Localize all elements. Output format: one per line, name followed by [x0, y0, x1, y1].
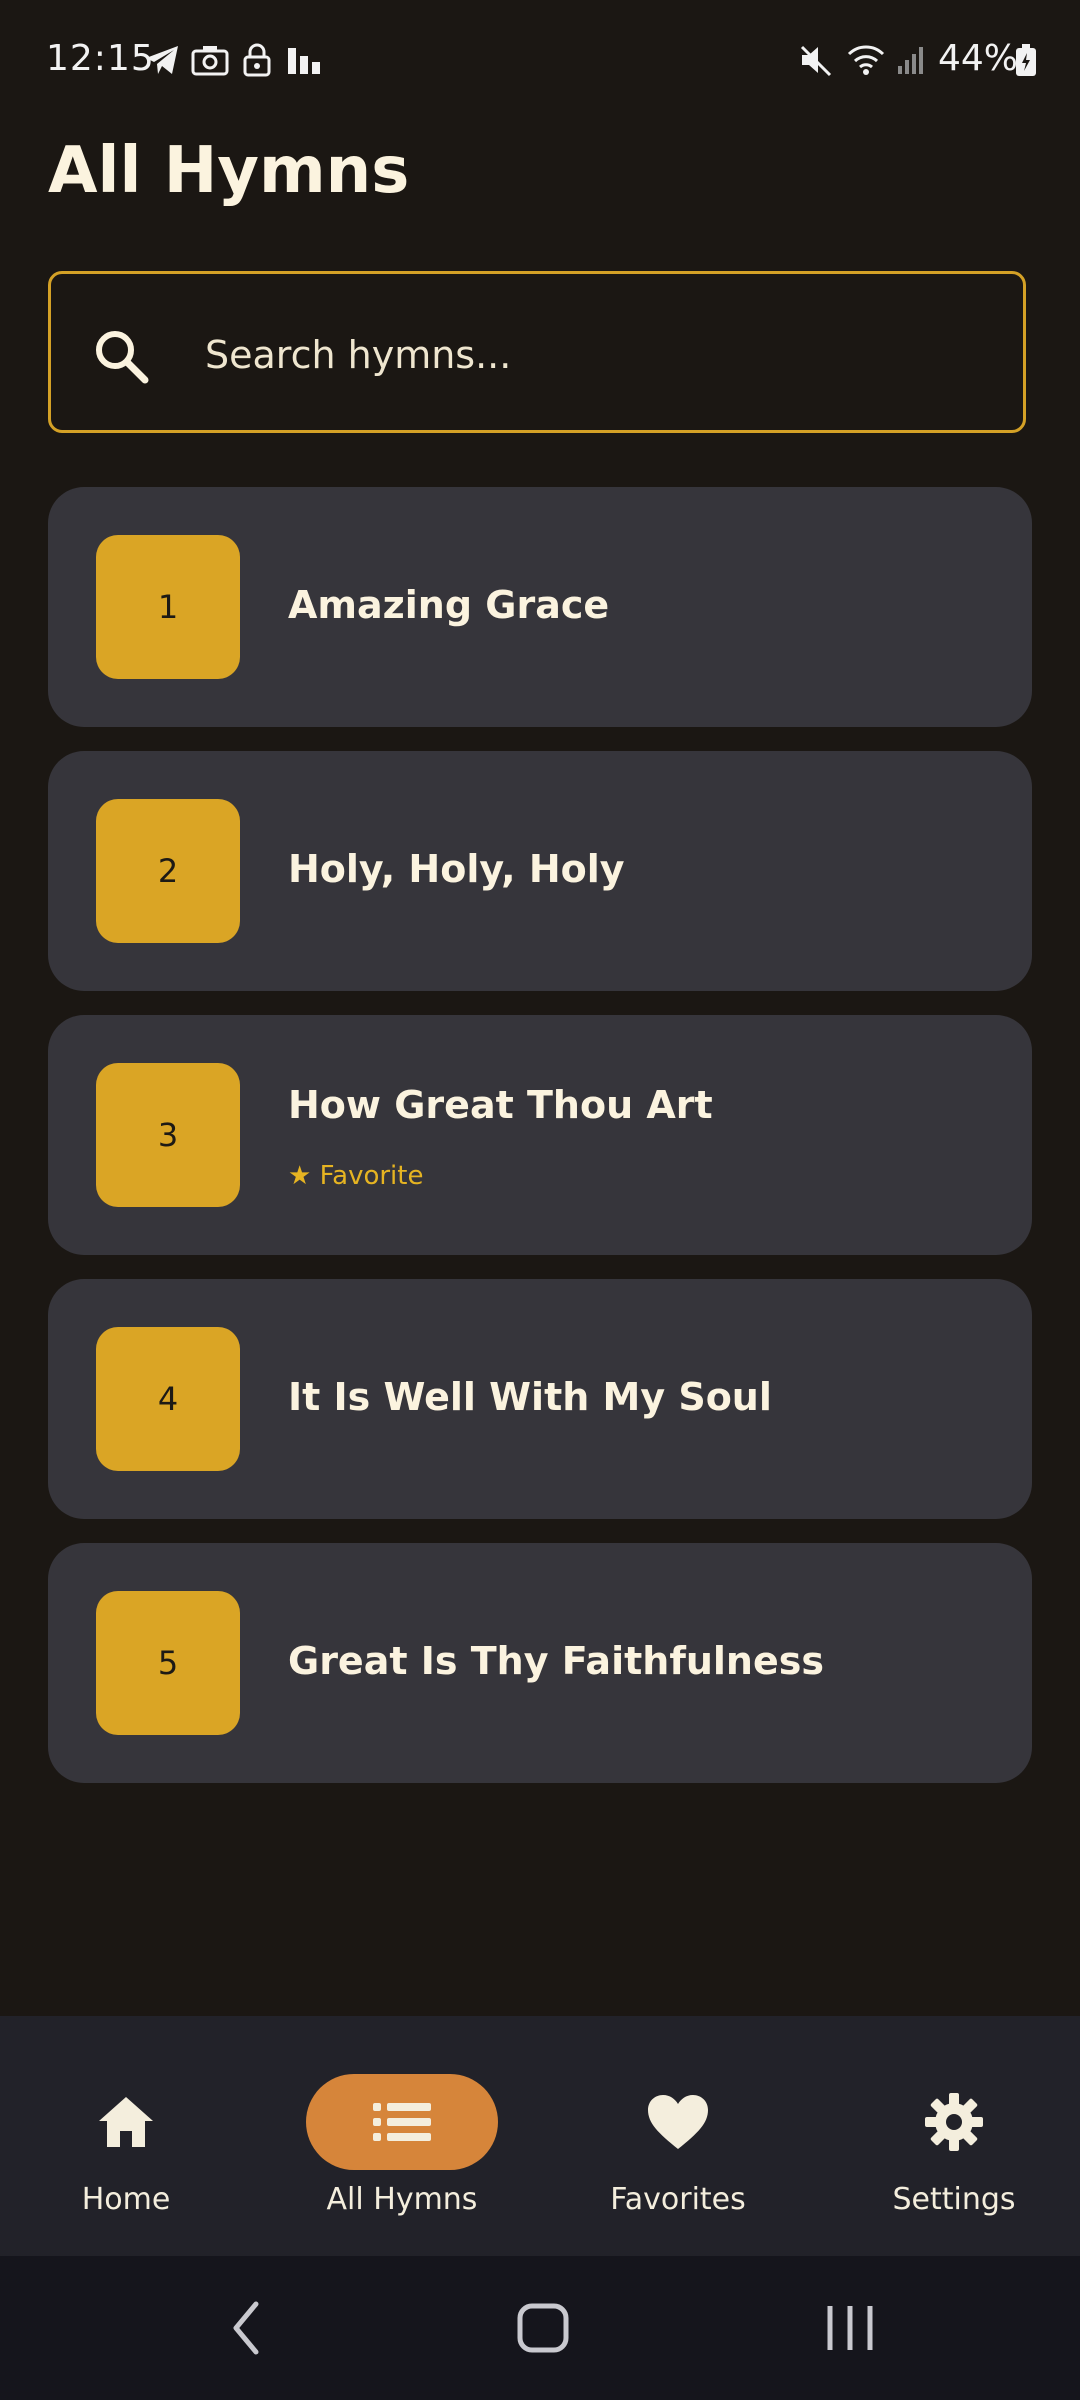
hymn-card-1[interactable]: 1 Amazing Grace [48, 487, 1032, 727]
nav-home[interactable]: Home [6, 2054, 246, 2217]
page-title: All Hymns [48, 134, 410, 208]
nav-label: All Hymns [326, 2182, 478, 2217]
system-nav-bar [0, 2256, 1080, 2400]
search-icon [91, 326, 151, 386]
recents-icon[interactable] [822, 2300, 878, 2356]
hymn-number-badge: 4 [96, 1327, 240, 1471]
hymn-title: It Is Well With My Soul [288, 1375, 772, 1419]
nav-all-hymns[interactable]: All Hymns [282, 2054, 522, 2217]
favorite-badge: ★ Favorite [288, 1161, 424, 1191]
nav-label: Favorites [610, 2182, 746, 2217]
hymn-card-3[interactable]: 3 How Great Thou Art ★ Favorite [48, 1015, 1032, 1255]
signal-icon [894, 40, 928, 80]
home-button-icon[interactable] [516, 2300, 570, 2356]
nav-label: Home [81, 2182, 171, 2217]
nav-settings[interactable]: Settings [834, 2054, 1074, 2217]
status-time: 12:15 [46, 38, 155, 79]
status-bar: 12:15 44% [0, 0, 1080, 120]
hymn-card-4[interactable]: 4 It Is Well With My Soul [48, 1279, 1032, 1519]
hymn-title: Holy, Holy, Holy [288, 847, 625, 891]
chart-icon [284, 40, 324, 80]
telegram-icon [142, 40, 182, 80]
battery-icon [1012, 40, 1040, 80]
hymn-number-badge: 3 [96, 1063, 240, 1207]
hymn-number-badge: 1 [96, 535, 240, 679]
hymn-title: Great Is Thy Faithfulness [288, 1639, 824, 1683]
search-box[interactable] [48, 271, 1026, 433]
search-input[interactable] [203, 314, 987, 396]
battery-percent: 44% [938, 38, 1019, 79]
heart-icon [582, 2074, 774, 2170]
wifi-icon [846, 40, 886, 80]
hymn-title: How Great Thou Art [288, 1083, 713, 1127]
hymn-card-2[interactable]: 2 Holy, Holy, Holy [48, 751, 1032, 991]
home-icon [30, 2074, 222, 2170]
mute-icon [796, 40, 836, 80]
camera-icon [190, 40, 230, 80]
lock-icon [240, 40, 274, 80]
gear-icon [858, 2074, 1050, 2170]
list-icon [306, 2074, 498, 2170]
hymn-number-badge: 5 [96, 1591, 240, 1735]
hymn-title: Amazing Grace [288, 583, 610, 627]
back-icon[interactable] [222, 2298, 272, 2358]
bottom-nav: Home All Hymns Favorites Settings [0, 2016, 1080, 2256]
nav-label: Settings [892, 2182, 1016, 2217]
nav-favorites[interactable]: Favorites [558, 2054, 798, 2217]
hymn-card-5[interactable]: 5 Great Is Thy Faithfulness [48, 1543, 1032, 1783]
hymn-number-badge: 2 [96, 799, 240, 943]
